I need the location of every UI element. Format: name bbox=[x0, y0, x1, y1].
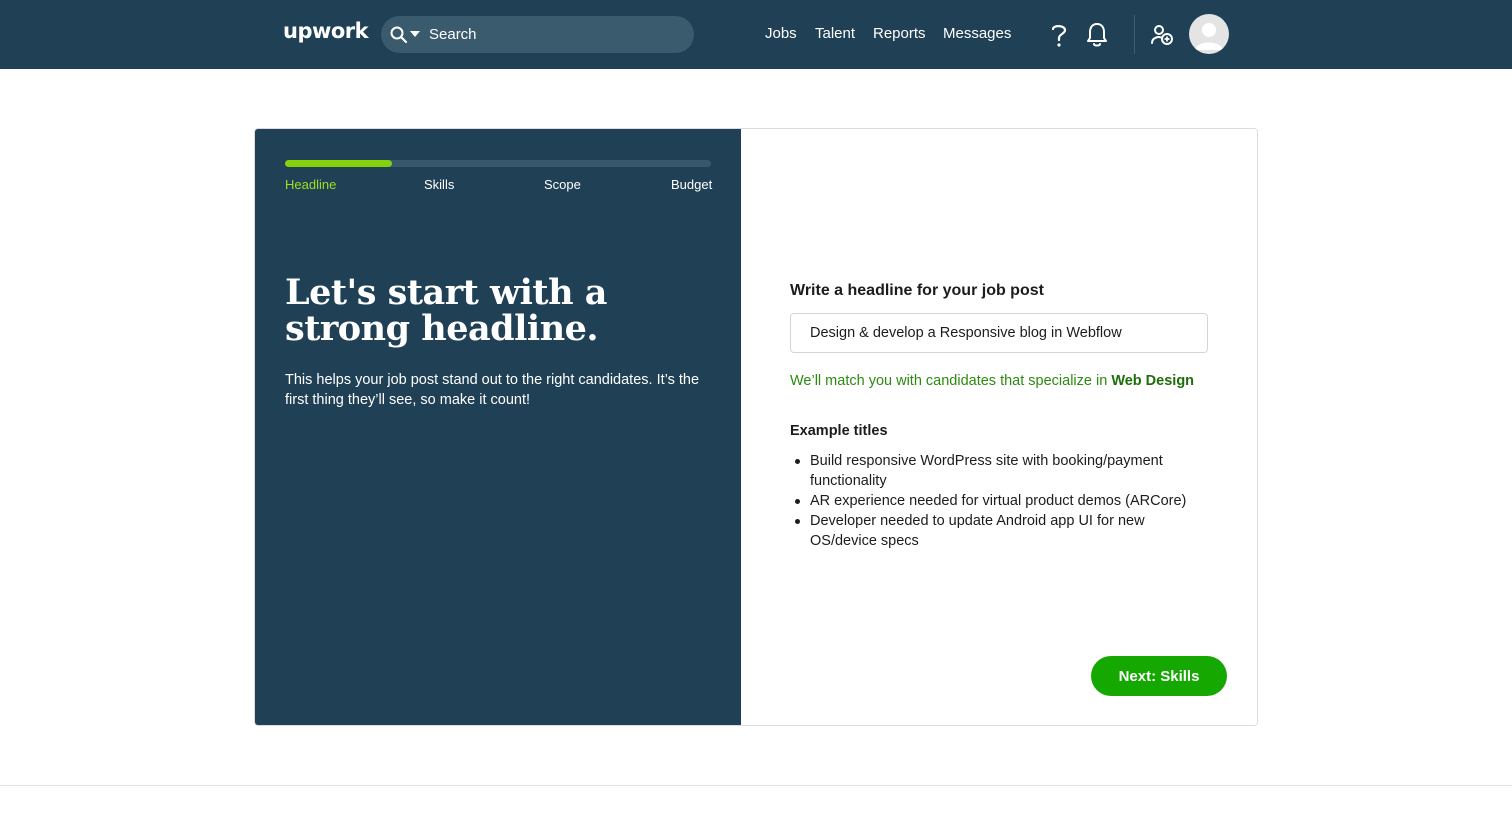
step-scope: Scope bbox=[544, 177, 581, 192]
upwork-logo[interactable]: upwork bbox=[283, 19, 369, 43]
example-titles-list: Build responsive WordPress site with boo… bbox=[790, 451, 1210, 551]
bell-icon[interactable] bbox=[1086, 22, 1108, 48]
nav-reports[interactable]: Reports bbox=[873, 25, 926, 42]
help-icon[interactable] bbox=[1049, 22, 1069, 48]
search-input[interactable] bbox=[429, 16, 684, 53]
match-prefix: We’ll match you with candidates that spe… bbox=[790, 373, 1112, 389]
example-titles-label: Example titles bbox=[790, 423, 888, 439]
search-icon[interactable] bbox=[389, 25, 409, 45]
list-item: Developer needed to update Android app U… bbox=[790, 511, 1210, 551]
list-item: Build responsive WordPress site with boo… bbox=[790, 451, 1210, 491]
step-budget: Budget bbox=[671, 177, 713, 192]
headline-input[interactable] bbox=[790, 313, 1208, 353]
add-user-icon[interactable] bbox=[1150, 23, 1174, 47]
nav-talent[interactable]: Talent bbox=[815, 25, 855, 42]
page-subtitle: This helps your job post stand out to th… bbox=[285, 372, 700, 408]
footer-divider bbox=[0, 785, 1512, 786]
search-bar[interactable] bbox=[381, 16, 694, 53]
avatar-icon bbox=[1195, 23, 1223, 50]
match-category[interactable]: Web Design bbox=[1111, 373, 1194, 389]
headline-field-label: Write a headline for your job post bbox=[790, 282, 1044, 299]
header-divider bbox=[1134, 15, 1135, 54]
list-item: AR experience needed for virtual product… bbox=[790, 491, 1210, 511]
step-headline: Headline bbox=[285, 177, 337, 192]
step-skills: Skills bbox=[424, 177, 455, 192]
user-avatar[interactable] bbox=[1189, 14, 1229, 54]
page-title: Let's start with a strong headline. bbox=[285, 272, 607, 349]
nav-messages[interactable]: Messages bbox=[943, 25, 1011, 42]
progress-bar bbox=[285, 160, 711, 167]
search-type-chevron-down-icon[interactable] bbox=[410, 31, 420, 37]
next-skills-button[interactable]: Next: Skills bbox=[1091, 656, 1227, 696]
headline-form-panel: Write a headline for your job post We’ll… bbox=[741, 129, 1257, 725]
nav-jobs[interactable]: Jobs bbox=[765, 25, 797, 42]
intro-panel: Headline Skills Scope Budget Let's start… bbox=[255, 129, 741, 725]
category-match-text: We’ll match you with candidates that spe… bbox=[790, 373, 1194, 389]
progress-bar-fill bbox=[285, 160, 392, 167]
job-post-card: Headline Skills Scope Budget Let's start… bbox=[254, 128, 1258, 726]
top-navigation-bar: upwork Jobs Talent Reports Messages bbox=[0, 0, 1512, 69]
